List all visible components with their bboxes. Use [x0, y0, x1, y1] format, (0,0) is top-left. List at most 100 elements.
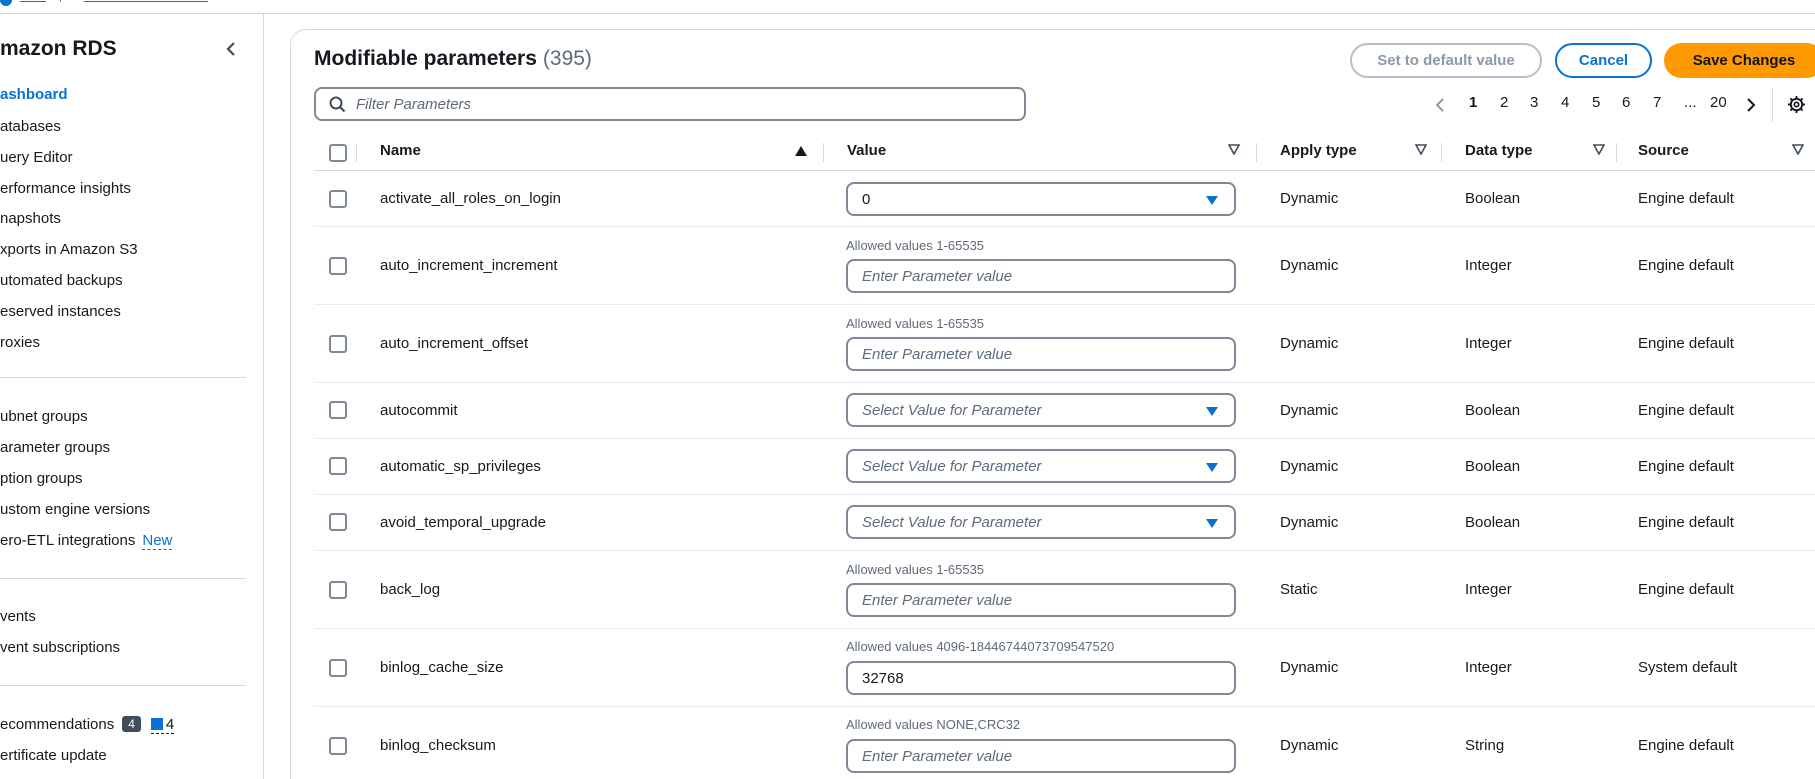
sort-ascending-icon[interactable] [795, 146, 807, 156]
row-checkbox[interactable] [329, 457, 347, 475]
page-button[interactable]: 3 [1530, 94, 1538, 111]
sidebar-item-subnet-groups[interactable]: ubnet groups [0, 408, 88, 425]
apply-type: Dynamic [1280, 659, 1339, 676]
sort-icon[interactable] [1792, 144, 1804, 155]
page-button[interactable]: 7 [1653, 94, 1661, 111]
allowed-values-hint: Allowed values 1-65535 [846, 316, 985, 331]
caret-down-icon [1206, 196, 1218, 205]
sort-icon[interactable] [1593, 144, 1605, 155]
input-placeholder: Enter Parameter value [862, 345, 1013, 363]
sidebar-item-automated-backups[interactable]: utomated backups [0, 272, 123, 289]
page-button[interactable]: 6 [1622, 94, 1630, 111]
sidebar-item-proxies[interactable]: roxies [0, 334, 40, 351]
sidebar-item-query-editor[interactable]: uery Editor [0, 149, 73, 166]
sidebar-item-databases[interactable]: atabases [0, 118, 61, 135]
table-row: auto_increment_offset Allowed values 1-6… [314, 305, 1815, 383]
breadcrumb [0, 0, 1815, 14]
parameter-value-input[interactable]: Enter Parameter value [846, 583, 1236, 617]
parameter-value-input[interactable]: Enter Parameter value [846, 337, 1236, 371]
caret-down-icon [1206, 463, 1218, 472]
collapse-sidebar-button[interactable] [218, 36, 244, 62]
sidebar-item-recommendations[interactable]: ecommendations 4 4 [0, 716, 175, 734]
cancel-button[interactable]: Cancel [1555, 43, 1652, 78]
source: Engine default [1638, 458, 1734, 475]
data-type: Boolean [1465, 458, 1521, 475]
parameter-value-input[interactable]: Enter Parameter value [846, 739, 1236, 773]
sidebar-item-exports-s3[interactable]: xports in Amazon S3 [0, 241, 138, 258]
row-checkbox[interactable] [329, 513, 347, 531]
page-button[interactable]: 2 [1500, 94, 1508, 111]
parameter-name: binlog_cache_size [380, 659, 504, 676]
page-button[interactable]: 5 [1592, 94, 1600, 111]
home-icon[interactable] [0, 0, 12, 6]
sidebar-item-zero-etl-integrations[interactable]: ero-ETL integrations New [0, 532, 173, 550]
column-header-source[interactable]: Source [1638, 142, 1689, 159]
parameter-name: back_log [380, 581, 441, 598]
sidebar-item-dashboard[interactable]: ashboard [0, 86, 68, 103]
sidebar-item-parameter-groups[interactable]: arameter groups [0, 439, 110, 456]
row-checkbox[interactable] [329, 190, 347, 208]
select-all-checkbox[interactable] [329, 144, 347, 162]
new-badge[interactable]: New [142, 532, 173, 550]
gear-icon[interactable] [1787, 95, 1806, 114]
breadcrumb-link-1[interactable] [20, 0, 46, 2]
sort-icon[interactable] [1415, 144, 1427, 155]
page-button[interactable]: 20 [1710, 94, 1727, 111]
source: Engine default [1638, 514, 1734, 531]
sidebar-item-performance-insights[interactable]: erformance insights [0, 180, 131, 197]
apply-type: Dynamic [1280, 458, 1339, 475]
info-count-badge[interactable]: 4 [150, 716, 175, 734]
chevron-right-icon[interactable] [1745, 97, 1757, 113]
row-checkbox[interactable] [329, 257, 347, 275]
caret-down-icon [1206, 407, 1218, 416]
sidebar-item-option-groups[interactable]: ption groups [0, 470, 83, 487]
save-changes-button[interactable]: Save Changes [1664, 43, 1815, 78]
page-button[interactable]: 1 [1469, 94, 1477, 111]
sidebar-item-certificate-update[interactable]: ertificate update [0, 747, 107, 764]
sort-icon[interactable] [1228, 144, 1240, 155]
parameter-value-select[interactable]: 0 [846, 182, 1236, 216]
sidebar-item-reserved-instances[interactable]: eserved instances [0, 303, 121, 320]
page-title: Modifiable parameters (395) [314, 47, 592, 71]
apply-type: Dynamic [1280, 190, 1339, 207]
table-row: binlog_checksum Allowed values NONE,CRC3… [314, 707, 1815, 779]
set-default-value-button[interactable]: Set to default value [1350, 43, 1542, 78]
table-header: Name Value Apply type Data type Source [314, 136, 1815, 171]
parameter-value-input[interactable]: 32768 [846, 661, 1236, 695]
sidebar-item-label: ecommendations [0, 716, 115, 733]
data-type: Integer [1465, 257, 1512, 274]
sidebar-item-events[interactable]: vents [0, 608, 36, 625]
column-header-name[interactable]: Name [380, 142, 421, 159]
column-header-value[interactable]: Value [847, 142, 886, 159]
source: Engine default [1638, 581, 1734, 598]
row-checkbox[interactable] [329, 581, 347, 599]
page-button[interactable]: 4 [1561, 94, 1569, 111]
row-checkbox[interactable] [329, 335, 347, 353]
column-divider [823, 143, 824, 162]
row-checkbox[interactable] [329, 737, 347, 755]
chevron-left-icon[interactable] [1434, 97, 1446, 113]
parameter-value-select[interactable]: Select Value for Parameter [846, 449, 1236, 483]
input-placeholder: Enter Parameter value [862, 747, 1013, 765]
breadcrumb-link-2[interactable] [84, 0, 208, 2]
filter-parameters-input[interactable]: Filter Parameters [314, 87, 1026, 121]
sidebar-divider [0, 685, 246, 686]
parameter-name: binlog_checksum [380, 737, 496, 754]
row-checkbox[interactable] [329, 401, 347, 419]
data-type: Boolean [1465, 514, 1521, 531]
source: Engine default [1638, 335, 1734, 352]
column-divider [356, 143, 357, 162]
parameter-value-input[interactable]: Enter Parameter value [846, 259, 1236, 293]
sidebar-item-event-subscriptions[interactable]: vent subscriptions [0, 639, 120, 656]
parameter-value-select[interactable]: Select Value for Parameter [846, 393, 1236, 427]
column-header-data-type[interactable]: Data type [1465, 142, 1533, 159]
pagination: 1 2 3 4 5 6 7 ... 20 [1432, 88, 1815, 122]
info-count: 4 [165, 716, 175, 733]
sidebar-item-custom-engine-versions[interactable]: ustom engine versions [0, 501, 150, 518]
parameter-value-select[interactable]: Select Value for Parameter [846, 505, 1236, 539]
source: Engine default [1638, 257, 1734, 274]
row-checkbox[interactable] [329, 659, 347, 677]
column-header-apply-type[interactable]: Apply type [1280, 142, 1357, 159]
table-row: back_log Allowed values 1-65535 Enter Pa… [314, 551, 1815, 629]
sidebar-item-snapshots[interactable]: napshots [0, 210, 61, 227]
